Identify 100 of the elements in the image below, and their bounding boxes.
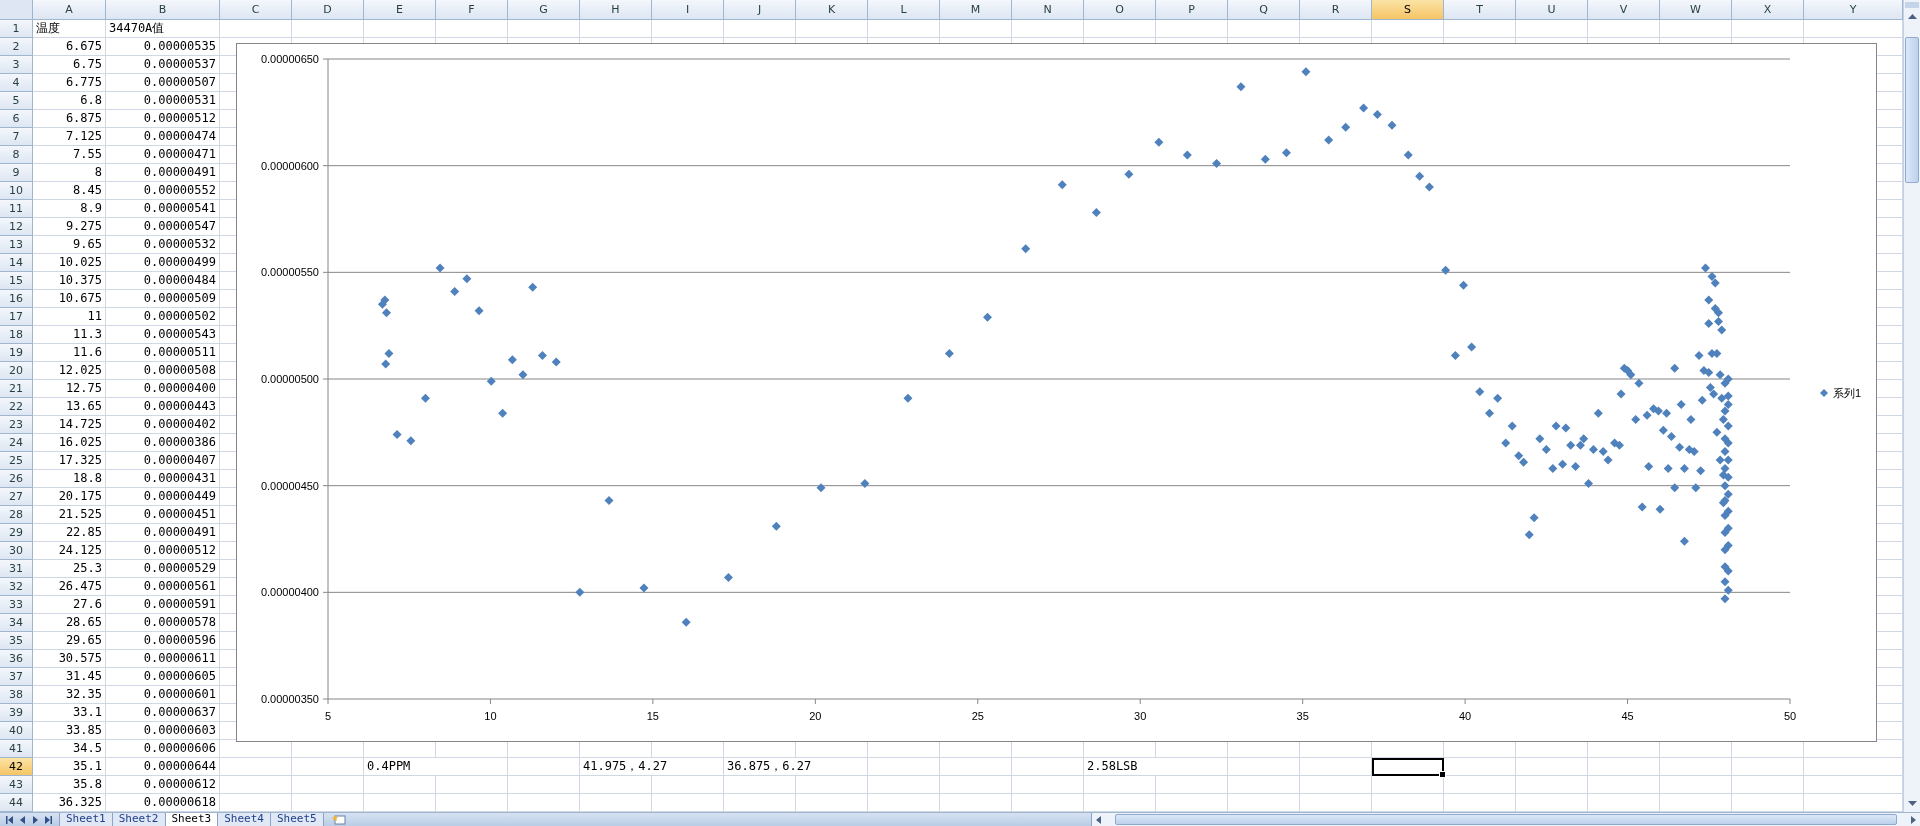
- sheet-tab[interactable]: Sheet4: [217, 813, 271, 826]
- table-cell: 0.00000451: [106, 506, 220, 524]
- table-cell: 0.00000402: [106, 416, 220, 434]
- table-cell: 0.00000601: [106, 686, 220, 704]
- table-cell: 10.025: [33, 254, 106, 272]
- sheet-tab[interactable]: Sheet5: [270, 813, 324, 826]
- column-header[interactable]: H: [580, 0, 652, 20]
- row-header[interactable]: 27: [0, 488, 33, 506]
- row-header[interactable]: 23: [0, 416, 33, 434]
- row-header[interactable]: 34: [0, 614, 33, 632]
- row-header[interactable]: 35: [0, 632, 33, 650]
- column-header[interactable]: D: [292, 0, 364, 20]
- table-cell: 6.875: [33, 110, 106, 128]
- table-cell: 34.5: [33, 740, 106, 758]
- row-header[interactable]: 29: [0, 524, 33, 542]
- row-header[interactable]: 22: [0, 398, 33, 416]
- row-header[interactable]: 3: [0, 56, 33, 74]
- column-header[interactable]: A: [33, 0, 106, 20]
- row-header[interactable]: 17: [0, 308, 33, 326]
- sheet-tab[interactable]: Sheet1: [59, 813, 113, 826]
- row-header[interactable]: 8: [0, 146, 33, 164]
- row-header[interactable]: 26: [0, 470, 33, 488]
- row-header[interactable]: 19: [0, 344, 33, 362]
- row-header[interactable]: 25: [0, 452, 33, 470]
- row-header[interactable]: 33: [0, 596, 33, 614]
- row-header[interactable]: 36: [0, 650, 33, 668]
- row-header[interactable]: 4: [0, 74, 33, 92]
- row-header[interactable]: 1: [0, 20, 33, 38]
- table-cell: 0.00000484: [106, 272, 220, 290]
- row-header[interactable]: 7: [0, 128, 33, 146]
- row-header[interactable]: 37: [0, 668, 33, 686]
- table-cell: 31.45: [33, 668, 106, 686]
- column-header[interactable]: C: [220, 0, 292, 20]
- row-header[interactable]: 30: [0, 542, 33, 560]
- table-cell: 35.1: [33, 758, 106, 776]
- row-header[interactable]: 18: [0, 326, 33, 344]
- row-header[interactable]: 13: [0, 236, 33, 254]
- row-header[interactable]: 9: [0, 164, 33, 182]
- column-header[interactable]: R: [1300, 0, 1372, 20]
- column-header[interactable]: S: [1372, 0, 1444, 20]
- table-cell: 7.55: [33, 146, 106, 164]
- table-cell: 0.00000431: [106, 470, 220, 488]
- row-header[interactable]: 38: [0, 686, 33, 704]
- row-header[interactable]: 20: [0, 362, 33, 380]
- column-header[interactable]: P: [1156, 0, 1228, 20]
- column-header[interactable]: Y: [1804, 0, 1903, 20]
- column-header[interactable]: N: [1012, 0, 1084, 20]
- row-header[interactable]: 40: [0, 722, 33, 740]
- row-header[interactable]: 5: [0, 92, 33, 110]
- row-header[interactable]: 15: [0, 272, 33, 290]
- axis-label: 30: [1134, 710, 1147, 722]
- axis-label: 45: [1621, 710, 1634, 722]
- axis-label: 0.00000350: [260, 693, 319, 705]
- axis-label: 0.00000650: [260, 53, 319, 65]
- row-header[interactable]: 11: [0, 200, 33, 218]
- table-cell: 41.975，4.27: [580, 758, 724, 776]
- row-header[interactable]: 16: [0, 290, 33, 308]
- sheet-tab[interactable]: Sheet3: [164, 813, 219, 826]
- column-header[interactable]: E: [364, 0, 436, 20]
- table-cell: 35.8: [33, 776, 106, 794]
- table-cell: 6.8: [33, 92, 106, 110]
- row-header[interactable]: 2: [0, 38, 33, 56]
- column-header[interactable]: G: [508, 0, 580, 20]
- row-header[interactable]: 32: [0, 578, 33, 596]
- row-header[interactable]: 43: [0, 776, 33, 794]
- row-header[interactable]: 42: [0, 758, 33, 776]
- table-cell: 0.00000499: [106, 254, 220, 272]
- row-header[interactable]: 21: [0, 380, 33, 398]
- column-header[interactable]: X: [1732, 0, 1804, 20]
- row-header[interactable]: 39: [0, 704, 33, 722]
- column-header[interactable]: M: [940, 0, 1012, 20]
- column-header[interactable]: O: [1084, 0, 1156, 20]
- table-cell: 0.00000547: [106, 218, 220, 236]
- column-header[interactable]: U: [1516, 0, 1588, 20]
- row-header[interactable]: 44: [0, 794, 33, 812]
- column-header[interactable]: T: [1444, 0, 1516, 20]
- row-header[interactable]: 31: [0, 560, 33, 578]
- sheet-tab[interactable]: Sheet2: [111, 813, 166, 826]
- row-header[interactable]: 6: [0, 110, 33, 128]
- column-header[interactable]: Q: [1228, 0, 1300, 20]
- column-header[interactable]: B: [106, 0, 220, 20]
- column-header[interactable]: W: [1660, 0, 1732, 20]
- row-header[interactable]: 24: [0, 434, 33, 452]
- column-header[interactable]: I: [652, 0, 724, 20]
- row-header[interactable]: 14: [0, 254, 33, 272]
- column-header[interactable]: V: [1588, 0, 1660, 20]
- row-header[interactable]: 12: [0, 218, 33, 236]
- table-cell: 10.375: [33, 272, 106, 290]
- row-header[interactable]: 41: [0, 740, 33, 758]
- table-cell: 6.675: [33, 38, 106, 56]
- row-header[interactable]: 10: [0, 182, 33, 200]
- table-cell: 33.85: [33, 722, 106, 740]
- column-header[interactable]: L: [868, 0, 940, 20]
- column-header[interactable]: F: [436, 0, 508, 20]
- row-header[interactable]: 28: [0, 506, 33, 524]
- column-header[interactable]: K: [796, 0, 868, 20]
- table-cell: 0.00000474: [106, 128, 220, 146]
- table-cell: 温度: [33, 20, 106, 38]
- table-cell: 26.475: [33, 578, 106, 596]
- column-header[interactable]: J: [724, 0, 796, 20]
